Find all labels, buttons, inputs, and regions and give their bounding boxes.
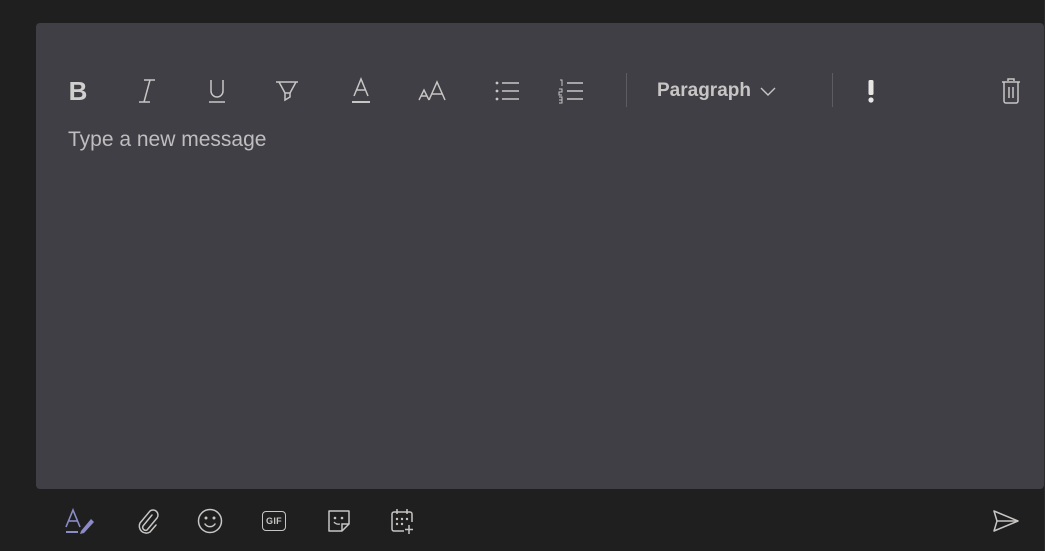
paragraph-label: Paragraph [657,80,751,101]
underline-icon [209,80,225,103]
bold-icon: B [68,75,88,106]
format-button[interactable] [60,501,100,541]
toolbar-divider [626,73,627,107]
discard-button[interactable] [998,71,1024,111]
highlight-button[interactable] [272,71,302,111]
italic-icon [139,79,155,103]
toolbar-divider [832,73,833,107]
sticker-icon [328,510,350,532]
emoji-icon [197,508,223,534]
numbered-list-icon [558,79,583,104]
chevron-down-icon [759,85,777,97]
attach-button[interactable] [128,501,168,541]
emoji-button[interactable] [190,501,230,541]
bulleted-list-button[interactable] [492,71,522,111]
bold-button[interactable]: B [64,71,92,111]
highlight-icon [276,81,298,102]
calendar-icon [391,509,413,534]
numbered-list-button[interactable] [556,71,586,111]
font-color-button[interactable] [348,71,374,111]
exclamation-icon [868,80,874,103]
font-color-icon [352,77,370,103]
important-button[interactable] [862,71,880,111]
italic-button[interactable] [134,71,160,111]
gif-icon: GIF [262,511,286,531]
send-icon [993,510,1019,532]
font-size-button[interactable] [416,71,448,111]
paperclip-icon [138,509,159,534]
gif-button[interactable]: GIF [254,501,294,541]
message-placeholder: Type a new message [68,128,267,151]
message-compose-area: B Paragraph Type a new message GIF [0,0,1045,551]
format-icon [65,507,94,534]
format-toolbar: B Paragraph [36,23,1044,115]
underline-button[interactable] [204,71,230,111]
compose-box: B Paragraph Type a new message [36,23,1044,489]
schedule-meeting-button[interactable] [382,501,422,541]
send-button[interactable] [986,501,1026,541]
bulleted-list-icon [495,81,519,101]
compose-actions-bar: GIF [0,489,1045,551]
sticker-button[interactable] [319,501,359,541]
message-input[interactable]: Type a new message [68,128,1008,468]
trash-icon [1002,78,1020,104]
gif-label: GIF [266,516,282,526]
paragraph-dropdown[interactable]: Paragraph [657,74,777,108]
font-size-icon [418,80,446,101]
